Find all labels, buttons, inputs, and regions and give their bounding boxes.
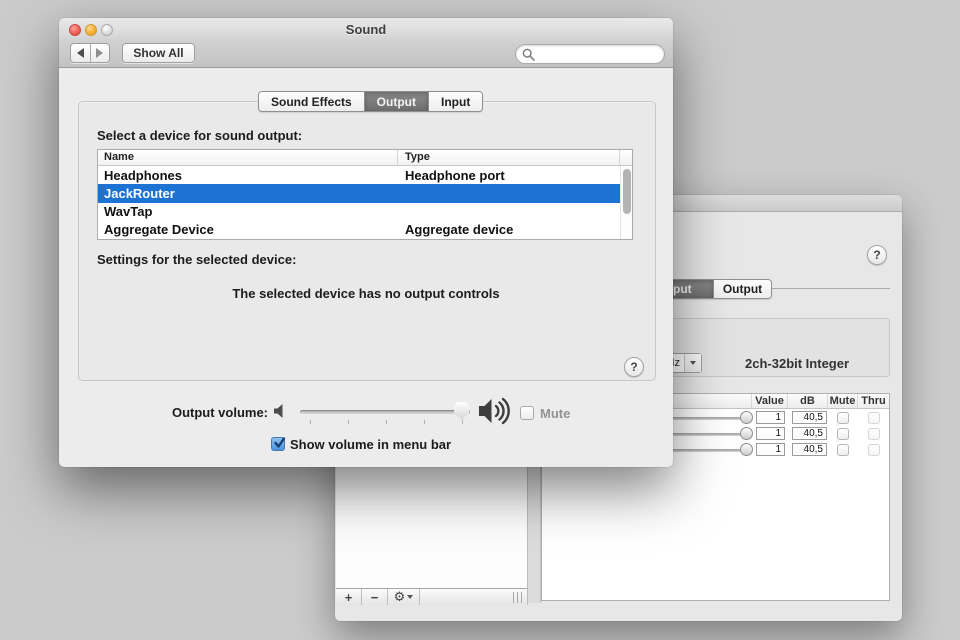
slider-thumb[interactable] [454,402,469,420]
tab-sound-effects[interactable]: Sound Effects [259,92,364,111]
search-field[interactable] [515,44,665,64]
format-description: 2ch-32bit Integer [745,356,850,371]
channel-slider-thumb[interactable] [740,427,753,440]
settings-section-label: Settings for the selected device: [97,252,297,267]
show-volume-label: Show volume in menu bar [290,437,452,452]
output-volume-label: Output volume: [171,405,268,420]
help-button[interactable]: ? [624,357,644,377]
device-list-footer-toolbar: + − ⚙ [336,588,527,605]
forward-arrow-icon [96,48,104,58]
device-section-label: Select a device for sound output: [97,128,303,143]
speaker-low-icon [274,404,283,418]
chevron-down-icon [407,595,414,599]
mute-checkbox[interactable] [837,428,849,440]
titlebar[interactable]: Sound [59,18,673,40]
channel-value-field[interactable]: 1 [756,427,785,440]
mute-column-header: Mute [828,394,858,408]
mute-checkbox[interactable] [837,444,849,456]
show-volume-checkbox[interactable] [271,437,286,451]
search-input[interactable] [538,47,656,61]
tab-content-box [78,101,656,381]
scrollbar-column-header [620,150,632,165]
help-button[interactable]: ? [867,245,887,265]
output-device-table: Name Type Headphones Headphone port Jack… [97,149,633,240]
speaker-loud-icon [479,397,510,425]
table-row[interactable]: WavTap [98,203,632,221]
channel-db-field[interactable]: 40,5 [792,427,827,440]
chevron-down-icon [690,361,696,365]
sound-preferences-window[interactable]: Sound Show All Sound Effects Output Inpu… [59,18,673,467]
channel-db-field[interactable]: 40,5 [792,443,827,456]
type-column-header[interactable]: Type [398,150,620,165]
device-type: Aggregate device [405,222,514,238]
output-volume-slider[interactable] [300,400,470,426]
device-type: Headphone port [405,167,505,183]
channel-slider-thumb[interactable] [740,443,753,456]
device-name: Headphones [104,167,183,183]
thru-checkbox[interactable] [868,428,880,440]
name-column-header[interactable]: Name [98,150,398,165]
show-all-button[interactable]: Show All [122,43,195,63]
preferences-toolbar: Show All [59,40,673,68]
table-row[interactable]: Aggregate Device Aggregate device [98,221,632,239]
slider-track[interactable] [300,410,470,414]
desktop-backdrop: + − ⚙ ? Input Output Hz 2ch-32bit Intege… [0,0,960,640]
vertical-scrollbar[interactable] [620,166,632,239]
thru-checkbox[interactable] [868,412,880,424]
mute-checkbox[interactable] [520,406,534,420]
sound-tab-bar: Sound Effects Output Input [258,91,484,112]
channel-db-field[interactable]: 40,5 [792,411,827,424]
device-table-header: Name Type [98,150,632,166]
device-name: WavTap [104,204,153,220]
db-column-header: dB [788,394,828,408]
gear-icon: ⚙ [393,589,406,604]
remove-device-button[interactable]: − [362,589,388,605]
tab-output[interactable]: Output [363,92,428,111]
channel-value-field[interactable]: 1 [756,411,785,424]
search-icon [522,48,535,61]
back-arrow-icon [76,48,84,58]
device-name: JackRouter [104,185,175,201]
device-table-body: Headphones Headphone port JackRouter Wav… [98,166,632,239]
no-controls-message: The selected device has no output contro… [232,286,500,301]
scrollbar-thumb[interactable] [622,169,631,214]
dropdown-arrow-cell [684,354,701,372]
splitter-grip[interactable] [513,592,522,603]
value-column-header: Value [752,394,788,408]
forward-button[interactable] [89,44,110,62]
mute-checkbox[interactable] [837,412,849,424]
thru-checkbox[interactable] [868,444,880,456]
channel-slider-thumb[interactable] [740,411,753,424]
navigation-buttons [70,43,110,63]
mute-label: Mute [540,406,571,421]
gear-menu-button[interactable]: ⚙ [388,589,420,605]
back-button[interactable] [71,44,90,62]
add-device-button[interactable]: + [336,589,362,605]
table-row[interactable]: Headphones Headphone port [98,166,632,184]
tab-input[interactable]: Input [428,92,483,111]
channel-value-field[interactable]: 1 [756,443,785,456]
check-icon [274,437,286,448]
thru-column-header: Thru [861,395,886,407]
tab-output[interactable]: Output [713,280,771,298]
window-title: Sound [345,22,387,37]
device-name: Aggregate Device [104,222,214,238]
table-row-selected[interactable]: JackRouter [98,184,621,203]
